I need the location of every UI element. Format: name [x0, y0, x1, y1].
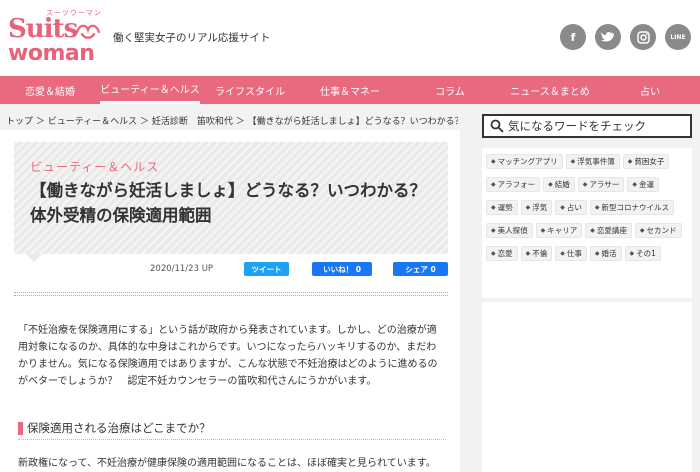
tag-item[interactable]: 不倫	[520, 246, 553, 261]
section-heading: 保険適用される治療はどこまでか？	[18, 420, 211, 436]
instagram-icon[interactable]	[630, 24, 656, 50]
heading-accent-bar	[18, 421, 23, 435]
line-icon[interactable]: LINE	[665, 24, 691, 50]
tag-item[interactable]: マッチングアプリ	[486, 154, 563, 169]
article-title-box: ビューティー＆ヘルス 【働きながら妊活しましょ】どうなる？いつわかる？体外受精の…	[14, 142, 448, 254]
tag-item[interactable]: その1	[624, 246, 661, 261]
article-date: 2020/11/23 UP	[150, 264, 214, 274]
sidebar-ad-area	[482, 302, 692, 472]
twitter-icon[interactable]	[595, 24, 621, 50]
tag-item[interactable]: 浮気	[520, 200, 553, 215]
tag-cloud: マッチングアプリ 浮気事件簿 貧困女子 アラフォー 結婚 アラサー 金運 運勢 …	[482, 148, 692, 298]
tag-item[interactable]: 婚活	[589, 246, 622, 261]
section-heading-text: 保険適用される治療はどこまでか？	[27, 421, 211, 435]
site-header: スーツウーマン Suits woman 働く堅実女子のリアル応援サイト f LI…	[0, 0, 700, 76]
tag-item[interactable]: 貧困女子	[622, 154, 670, 169]
sidebar: マッチングアプリ 浮気事件簿 貧困女子 アラフォー 結婚 アラサー 金運 運勢 …	[482, 114, 692, 472]
search-input[interactable]	[508, 119, 678, 133]
tag-item[interactable]: 金運	[627, 177, 659, 192]
article-paragraph-2: 新政権になって、不妊治療が健康保険の適用範囲になることは、ほぼ確実と見られていま…	[18, 458, 436, 469]
tag-item[interactable]: 占い	[555, 200, 587, 215]
site-logo[interactable]: スーツウーマン Suits woman	[8, 8, 104, 66]
nav-item-love-marriage[interactable]: 恋愛＆結婚	[0, 76, 100, 104]
tag-item[interactable]: 恋愛	[486, 246, 518, 261]
tweet-label: ツイート	[251, 264, 282, 274]
nav-item-lifestyle[interactable]: ライフスタイル	[200, 76, 300, 104]
title-box-pointer	[26, 254, 42, 262]
like-label: いいね！ 0	[323, 264, 361, 274]
tag-item[interactable]: 結婚	[543, 177, 575, 192]
tag-item[interactable]: セカンド	[634, 223, 682, 238]
article-title: 【働きながら妊活しましょ】どうなる？いつわかる？体外受精の保険適用範囲	[30, 181, 426, 225]
logo-woman: woman	[8, 41, 95, 66]
search-box[interactable]	[482, 114, 692, 138]
article-divider	[14, 292, 448, 296]
tag-item[interactable]: 運勢	[486, 200, 518, 215]
tag-item[interactable]: 美人探偵	[486, 223, 533, 238]
main-nav: 恋愛＆結婚 ビューティー＆ヘルス ライフスタイル 仕事＆マネー コラム ニュース…	[0, 76, 700, 104]
nav-item-news[interactable]: ニュース＆まとめ	[500, 76, 600, 104]
tag-item[interactable]: 浮気事件簿	[565, 154, 620, 169]
heading-underline	[18, 439, 446, 440]
like-button[interactable]: いいね！ 0	[312, 262, 372, 276]
nav-item-fortune[interactable]: 占い	[600, 76, 700, 104]
search-icon	[490, 119, 504, 133]
nav-item-beauty-health[interactable]: ビューティー＆ヘルス	[100, 76, 200, 104]
fb-share-label: シェア 0	[405, 264, 436, 274]
logo-bird-icon	[75, 24, 101, 39]
article-category[interactable]: ビューティー＆ヘルス	[30, 158, 159, 175]
tag-item[interactable]: アラフォー	[486, 177, 541, 192]
tag-item[interactable]: 仕事	[555, 246, 587, 261]
article-body: 「不妊治療を保険適用にする」という話が政府から発表されています。しかし、どの治療…	[18, 325, 438, 387]
tag-item[interactable]: キャリア	[535, 223, 583, 238]
site-tagline: 働く堅実女子のリアル応援サイト	[113, 32, 271, 44]
tag-item[interactable]: 新型コロナウイルス	[589, 200, 674, 215]
tag-item[interactable]: 恋愛講座	[585, 223, 632, 238]
tweet-button[interactable]: ツイート	[244, 262, 289, 276]
article-main: ビューティー＆ヘルス 【働きながら妊活しましょ】どうなる？いつわかる？体外受精の…	[0, 130, 460, 472]
nav-item-work-money[interactable]: 仕事＆マネー	[300, 76, 400, 104]
logo-suits: Suits	[8, 14, 78, 44]
tag-item[interactable]: アラサー	[577, 177, 625, 192]
breadcrumb[interactable]: トップ ＞ ビューティー＆ヘルス ＞ 妊活診断 笛吹和代 ＞ 【働きながら妊活し…	[6, 114, 458, 127]
nav-item-column[interactable]: コラム	[400, 76, 500, 104]
fb-share-button[interactable]: シェア 0	[393, 262, 448, 276]
facebook-icon[interactable]: f	[560, 24, 586, 50]
